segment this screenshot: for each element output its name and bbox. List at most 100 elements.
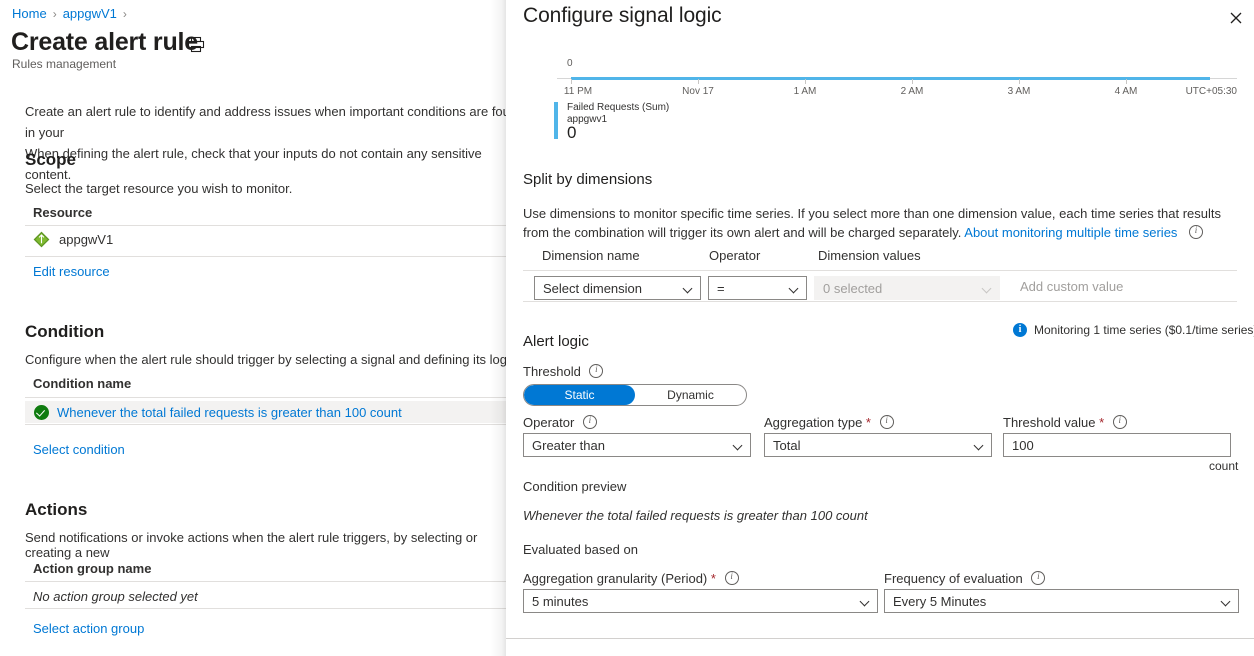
dimension-name-column-header: Dimension name <box>542 248 640 263</box>
divider <box>25 225 520 226</box>
x-tick <box>571 79 572 84</box>
condition-description: Configure when the alert rule should tri… <box>25 352 520 367</box>
x-tick <box>1019 79 1020 84</box>
timezone-label: UTC+05:30 <box>1185 86 1237 97</box>
resource-row[interactable]: appgwV1 <box>33 231 113 248</box>
divider <box>25 424 520 425</box>
split-description-line-2: combination will trigger its own alert a… <box>574 225 965 240</box>
info-icon[interactable] <box>724 570 739 585</box>
threshold-label: Threshold <box>523 363 604 379</box>
split-by-dimensions-description: Use dimensions to monitor specific time … <box>523 204 1223 242</box>
dimension-name-select[interactable]: Select dimension <box>534 276 701 300</box>
threshold-value-input[interactable]: 100 <box>1003 433 1231 457</box>
edit-resource-link[interactable]: Edit resource <box>33 264 110 279</box>
info-icon[interactable] <box>1189 224 1204 239</box>
info-icon[interactable] <box>879 414 894 429</box>
breadcrumb-separator-icon: › <box>52 6 57 21</box>
monitoring-time-series-note: Monitoring 1 time series ($0.1/time seri… <box>1013 322 1254 337</box>
condition-preview-heading: Condition preview <box>523 479 627 494</box>
x-tick <box>912 79 913 84</box>
page-title: Create alert rule <box>11 28 198 56</box>
frequency-of-evaluation-label: Frequency of evaluation <box>884 570 1046 586</box>
breadcrumb-home[interactable]: Home <box>12 6 47 21</box>
aggregation-type-select[interactable]: Total <box>764 433 992 457</box>
x-tick-label: 4 AM <box>1114 86 1138 97</box>
x-tick-label: 3 AM <box>1007 86 1031 97</box>
info-icon[interactable] <box>1031 570 1046 585</box>
divider <box>523 301 1237 302</box>
dimension-values-column-header: Dimension values <box>818 248 921 263</box>
breadcrumb: Home › appgwV1 › <box>12 6 127 21</box>
threshold-dynamic-option[interactable]: Dynamic <box>635 385 746 405</box>
required-asterisk: * <box>1095 415 1105 430</box>
blade-title: Configure signal logic <box>523 4 722 27</box>
select-condition-link[interactable]: Select condition <box>33 442 125 457</box>
operator-label: Operator <box>523 414 597 430</box>
resource-name: appgwV1 <box>59 232 114 247</box>
actions-heading: Actions <box>25 500 88 519</box>
threshold-unit-label: count <box>1209 459 1239 473</box>
configure-signal-logic-blade: Configure signal logic 0 11 PM Nov 17 1 … <box>506 0 1254 656</box>
split-by-dimensions-heading: Split by dimensions <box>523 171 653 188</box>
about-monitoring-multiple-time-series-link[interactable]: About monitoring multiple time series <box>964 225 1177 240</box>
intro-line-1: Create an alert rule to identify and add… <box>25 104 520 140</box>
condition-row[interactable]: Whenever the total failed requests is gr… <box>25 401 520 423</box>
chart-legend: Failed Requests (Sum) appgwv1 0 <box>554 102 670 142</box>
info-icon[interactable] <box>582 414 597 429</box>
series-line-failed-requests <box>571 77 1210 80</box>
condition-heading: Condition <box>25 322 105 341</box>
select-action-group-link[interactable]: Select action group <box>33 621 144 636</box>
intro-line-2: When defining the alert rule, check that… <box>25 146 482 182</box>
dimension-operator-select[interactable]: = <box>708 276 807 300</box>
aggregation-type-label-text: Aggregation type <box>764 415 863 430</box>
scope-description: Select the target resource you wish to m… <box>25 181 293 196</box>
threshold-label-text: Threshold <box>523 364 581 379</box>
aggregation-granularity-label-text: Aggregation granularity (Period) <box>523 571 708 586</box>
operator-column-header: Operator <box>709 248 761 263</box>
legend-current-value: 0 <box>567 123 577 142</box>
metric-chart: 0 11 PM Nov 17 1 AM 2 AM 3 AM 4 AM UTC+0… <box>523 58 1237 148</box>
breadcrumb-resource[interactable]: appgwV1 <box>63 6 117 21</box>
condition-row-text[interactable]: Whenever the total failed requests is gr… <box>57 405 402 420</box>
aggregation-type-label: Aggregation type * <box>764 414 894 430</box>
threshold-value-label-text: Threshold value <box>1003 415 1096 430</box>
aggregation-granularity-label: Aggregation granularity (Period) * <box>523 570 739 586</box>
monitoring-note-text: Monitoring 1 time series ($0.1/time seri… <box>1034 323 1254 337</box>
operator-label-text: Operator <box>523 415 575 430</box>
frequency-of-evaluation-select[interactable]: Every 5 Minutes <box>884 589 1239 613</box>
intro-text: Create an alert rule to identify and add… <box>25 101 520 185</box>
info-icon[interactable] <box>1112 414 1127 429</box>
threshold-value-label: Threshold value * <box>1003 414 1127 430</box>
add-custom-value-input[interactable]: Add custom value <box>1020 279 1123 294</box>
x-tick-label: 1 AM <box>793 86 817 97</box>
aggregation-granularity-select[interactable]: 5 minutes <box>523 589 878 613</box>
close-icon[interactable] <box>1222 4 1250 32</box>
info-icon[interactable] <box>589 363 604 378</box>
scope-heading: Scope <box>25 150 77 169</box>
legend-metric-name: Failed Requests (Sum) <box>567 102 670 113</box>
green-check-icon <box>34 404 49 420</box>
required-asterisk: * <box>862 415 871 430</box>
create-alert-rule-page: Home › appgwV1 › Create alert rule Rules… <box>0 0 520 656</box>
threshold-static-option[interactable]: Static <box>524 385 635 405</box>
condition-column-header: Condition name <box>33 376 132 391</box>
x-tick <box>805 79 806 84</box>
divider <box>523 270 1237 271</box>
operator-select[interactable]: Greater than <box>523 433 751 457</box>
breadcrumb-separator-icon-2: › <box>122 6 127 21</box>
footer-divider <box>506 638 1254 639</box>
x-tick-label: Nov 17 <box>682 86 714 97</box>
x-tick-label: 11 PM <box>563 86 593 97</box>
evaluated-based-on-heading: Evaluated based on <box>523 542 638 557</box>
dimension-values-select[interactable]: 0 selected <box>814 276 1000 300</box>
condition-preview-text: Whenever the total failed requests is gr… <box>523 508 868 523</box>
print-icon[interactable] <box>187 36 205 54</box>
x-tick <box>1126 79 1127 84</box>
divider <box>25 581 520 582</box>
action-group-column-header: Action group name <box>33 561 152 576</box>
threshold-type-toggle[interactable]: Static Dynamic <box>523 384 747 406</box>
required-asterisk: * <box>707 571 716 586</box>
y-axis-tick-0: 0 <box>567 58 573 69</box>
page-subtitle: Rules management <box>12 57 117 71</box>
legend-resource-name: appgwv1 <box>567 114 608 125</box>
